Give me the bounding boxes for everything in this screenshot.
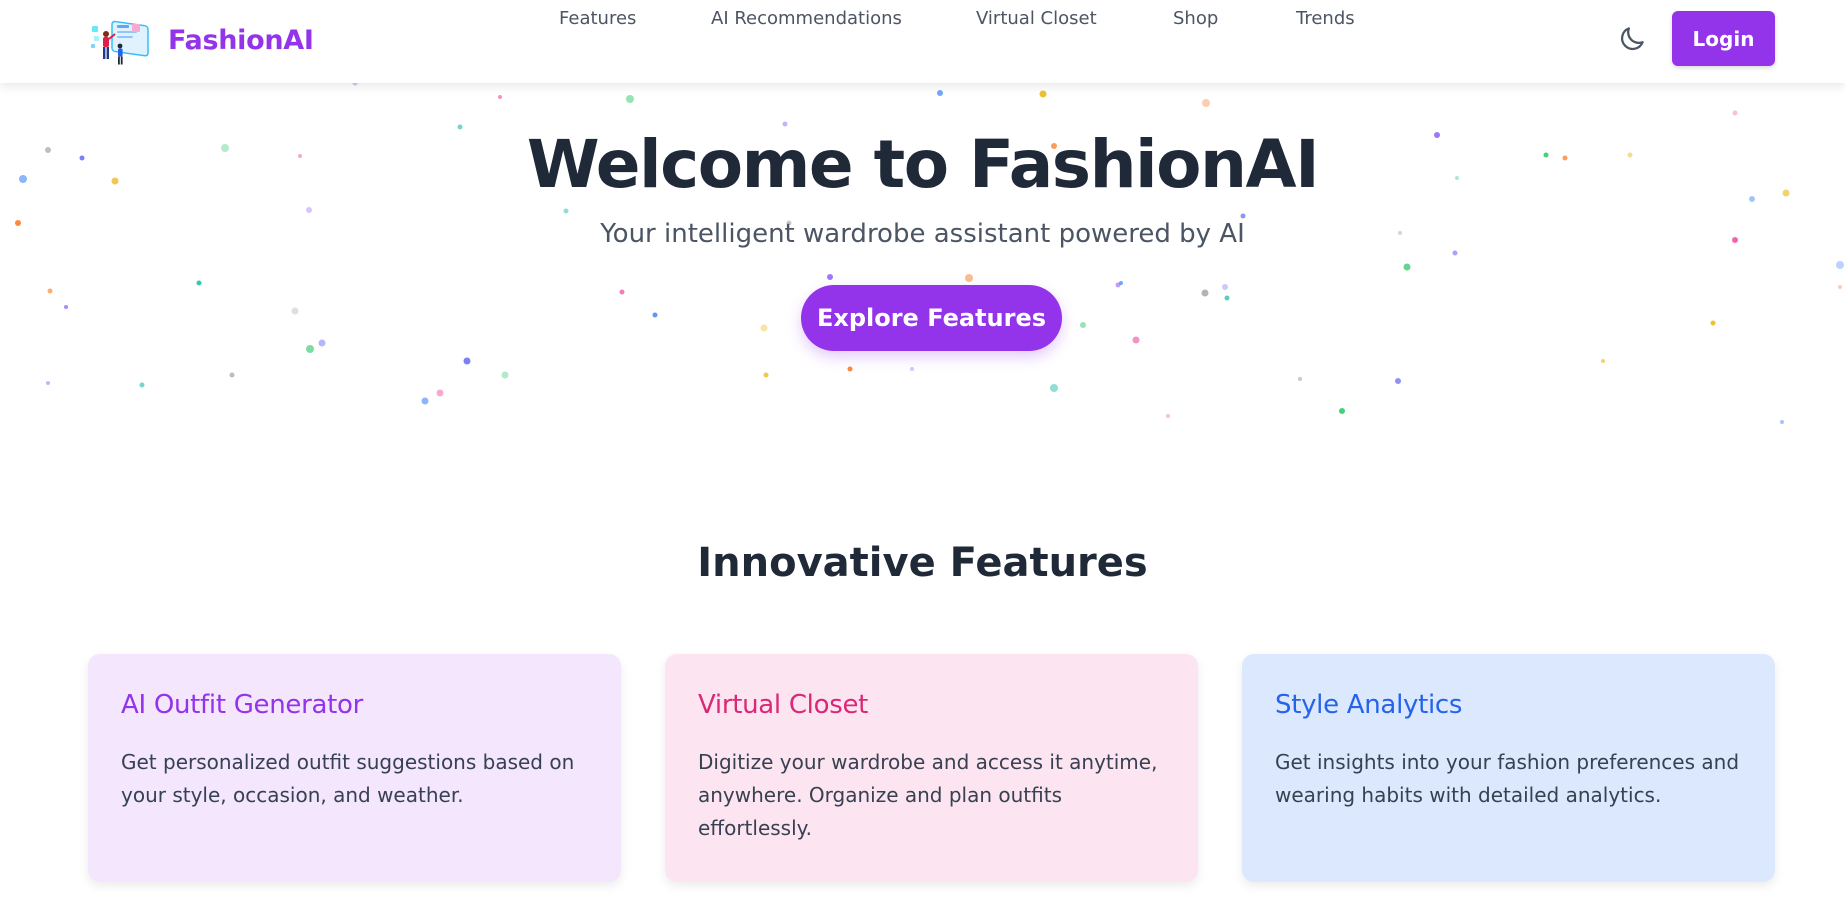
particle-dot — [1119, 281, 1123, 285]
particle-dot — [352, 83, 358, 86]
particle-dot — [463, 357, 471, 365]
feature-card-style-analytics[interactable]: Style Analytics Get insights into your f… — [1242, 654, 1775, 882]
particle-dot — [1298, 377, 1302, 381]
particle-dot — [1166, 414, 1170, 418]
particle-dot — [436, 389, 444, 397]
particle-dot — [1395, 378, 1401, 384]
particle-dot — [1222, 284, 1228, 290]
feature-card-description: Get insights into your fashion preferenc… — [1275, 750, 1740, 807]
particle-dot — [229, 372, 235, 378]
particle-dot — [619, 289, 625, 295]
particle-dot — [937, 90, 943, 96]
nav-link-shop[interactable]: Shop — [1173, 8, 1218, 29]
feature-card-title: Virtual Closet — [698, 690, 869, 720]
particle-dot — [64, 305, 68, 309]
particle-dot — [196, 280, 202, 286]
nav-link-virtual-closet[interactable]: Virtual Closet — [976, 8, 1097, 29]
particle-dot — [626, 95, 634, 103]
particle-dot — [1202, 99, 1210, 107]
particle-dot — [1039, 90, 1047, 98]
site-header: FashionAI Features AI Recommendations Vi… — [0, 0, 1845, 83]
particle-dot — [306, 207, 312, 213]
particle-dot — [1403, 263, 1411, 271]
moon-icon — [1620, 27, 1644, 51]
particle-dot — [498, 95, 502, 99]
feature-card-title: AI Outfit Generator — [121, 690, 364, 720]
particle-dot — [910, 367, 914, 371]
particle-dot — [47, 288, 53, 294]
particle-dot — [318, 339, 326, 347]
theme-toggle-button[interactable] — [1615, 22, 1649, 56]
login-button[interactable]: Login — [1672, 11, 1775, 66]
particle-dot — [1452, 250, 1458, 256]
particle-dot — [139, 382, 145, 388]
particle-dot — [1201, 289, 1209, 297]
particle-dot — [1838, 285, 1842, 289]
particle-dot — [760, 324, 768, 332]
feature-card-description: Digitize your wardrobe and access it any… — [698, 750, 1158, 840]
nav-link-trends[interactable]: Trends — [1296, 8, 1355, 29]
particle-dot — [1132, 336, 1140, 344]
particle-dot — [1732, 110, 1738, 116]
particle-dot — [965, 274, 973, 282]
hero-title: Welcome to FashionAI — [526, 126, 1320, 203]
feature-card-ai-outfit-generator[interactable]: AI Outfit Generator Get personalized out… — [88, 654, 621, 882]
feature-card-virtual-closet[interactable]: Virtual Closet Digitize your wardrobe an… — [665, 654, 1198, 882]
particle-dot — [1780, 420, 1784, 424]
particle-dot — [1050, 384, 1058, 392]
hero-subtitle: Your intelligent wardrobe assistant powe… — [600, 219, 1245, 249]
particle-dot — [1601, 359, 1605, 363]
particle-dot — [763, 372, 769, 378]
particle-dot — [1080, 322, 1086, 328]
explore-features-button[interactable]: Explore Features — [801, 285, 1062, 351]
feature-card-title: Style Analytics — [1275, 690, 1463, 720]
feature-card-description: Get personalized outfit suggestions base… — [121, 750, 575, 807]
particle-dot — [306, 345, 314, 353]
particle-dot — [847, 366, 853, 372]
particle-dot — [1240, 213, 1246, 219]
features-heading: Innovative Features — [697, 540, 1148, 586]
particle-dot — [421, 397, 429, 405]
particle-dot — [1339, 408, 1345, 414]
main-nav: Features AI Recommendations Virtual Clos… — [0, 8, 1845, 32]
particle-dot — [501, 371, 509, 379]
particle-dot — [563, 208, 569, 214]
particle-dot — [827, 274, 833, 280]
particle-dot — [1710, 320, 1716, 326]
particle-dot — [1224, 295, 1230, 301]
nav-link-features[interactable]: Features — [559, 8, 636, 29]
particle-dot — [1836, 261, 1844, 269]
nav-link-ai-recommendations[interactable]: AI Recommendations — [711, 8, 902, 29]
particle-dot — [46, 381, 50, 385]
particle-dot — [291, 307, 299, 315]
particle-dot — [652, 312, 658, 318]
